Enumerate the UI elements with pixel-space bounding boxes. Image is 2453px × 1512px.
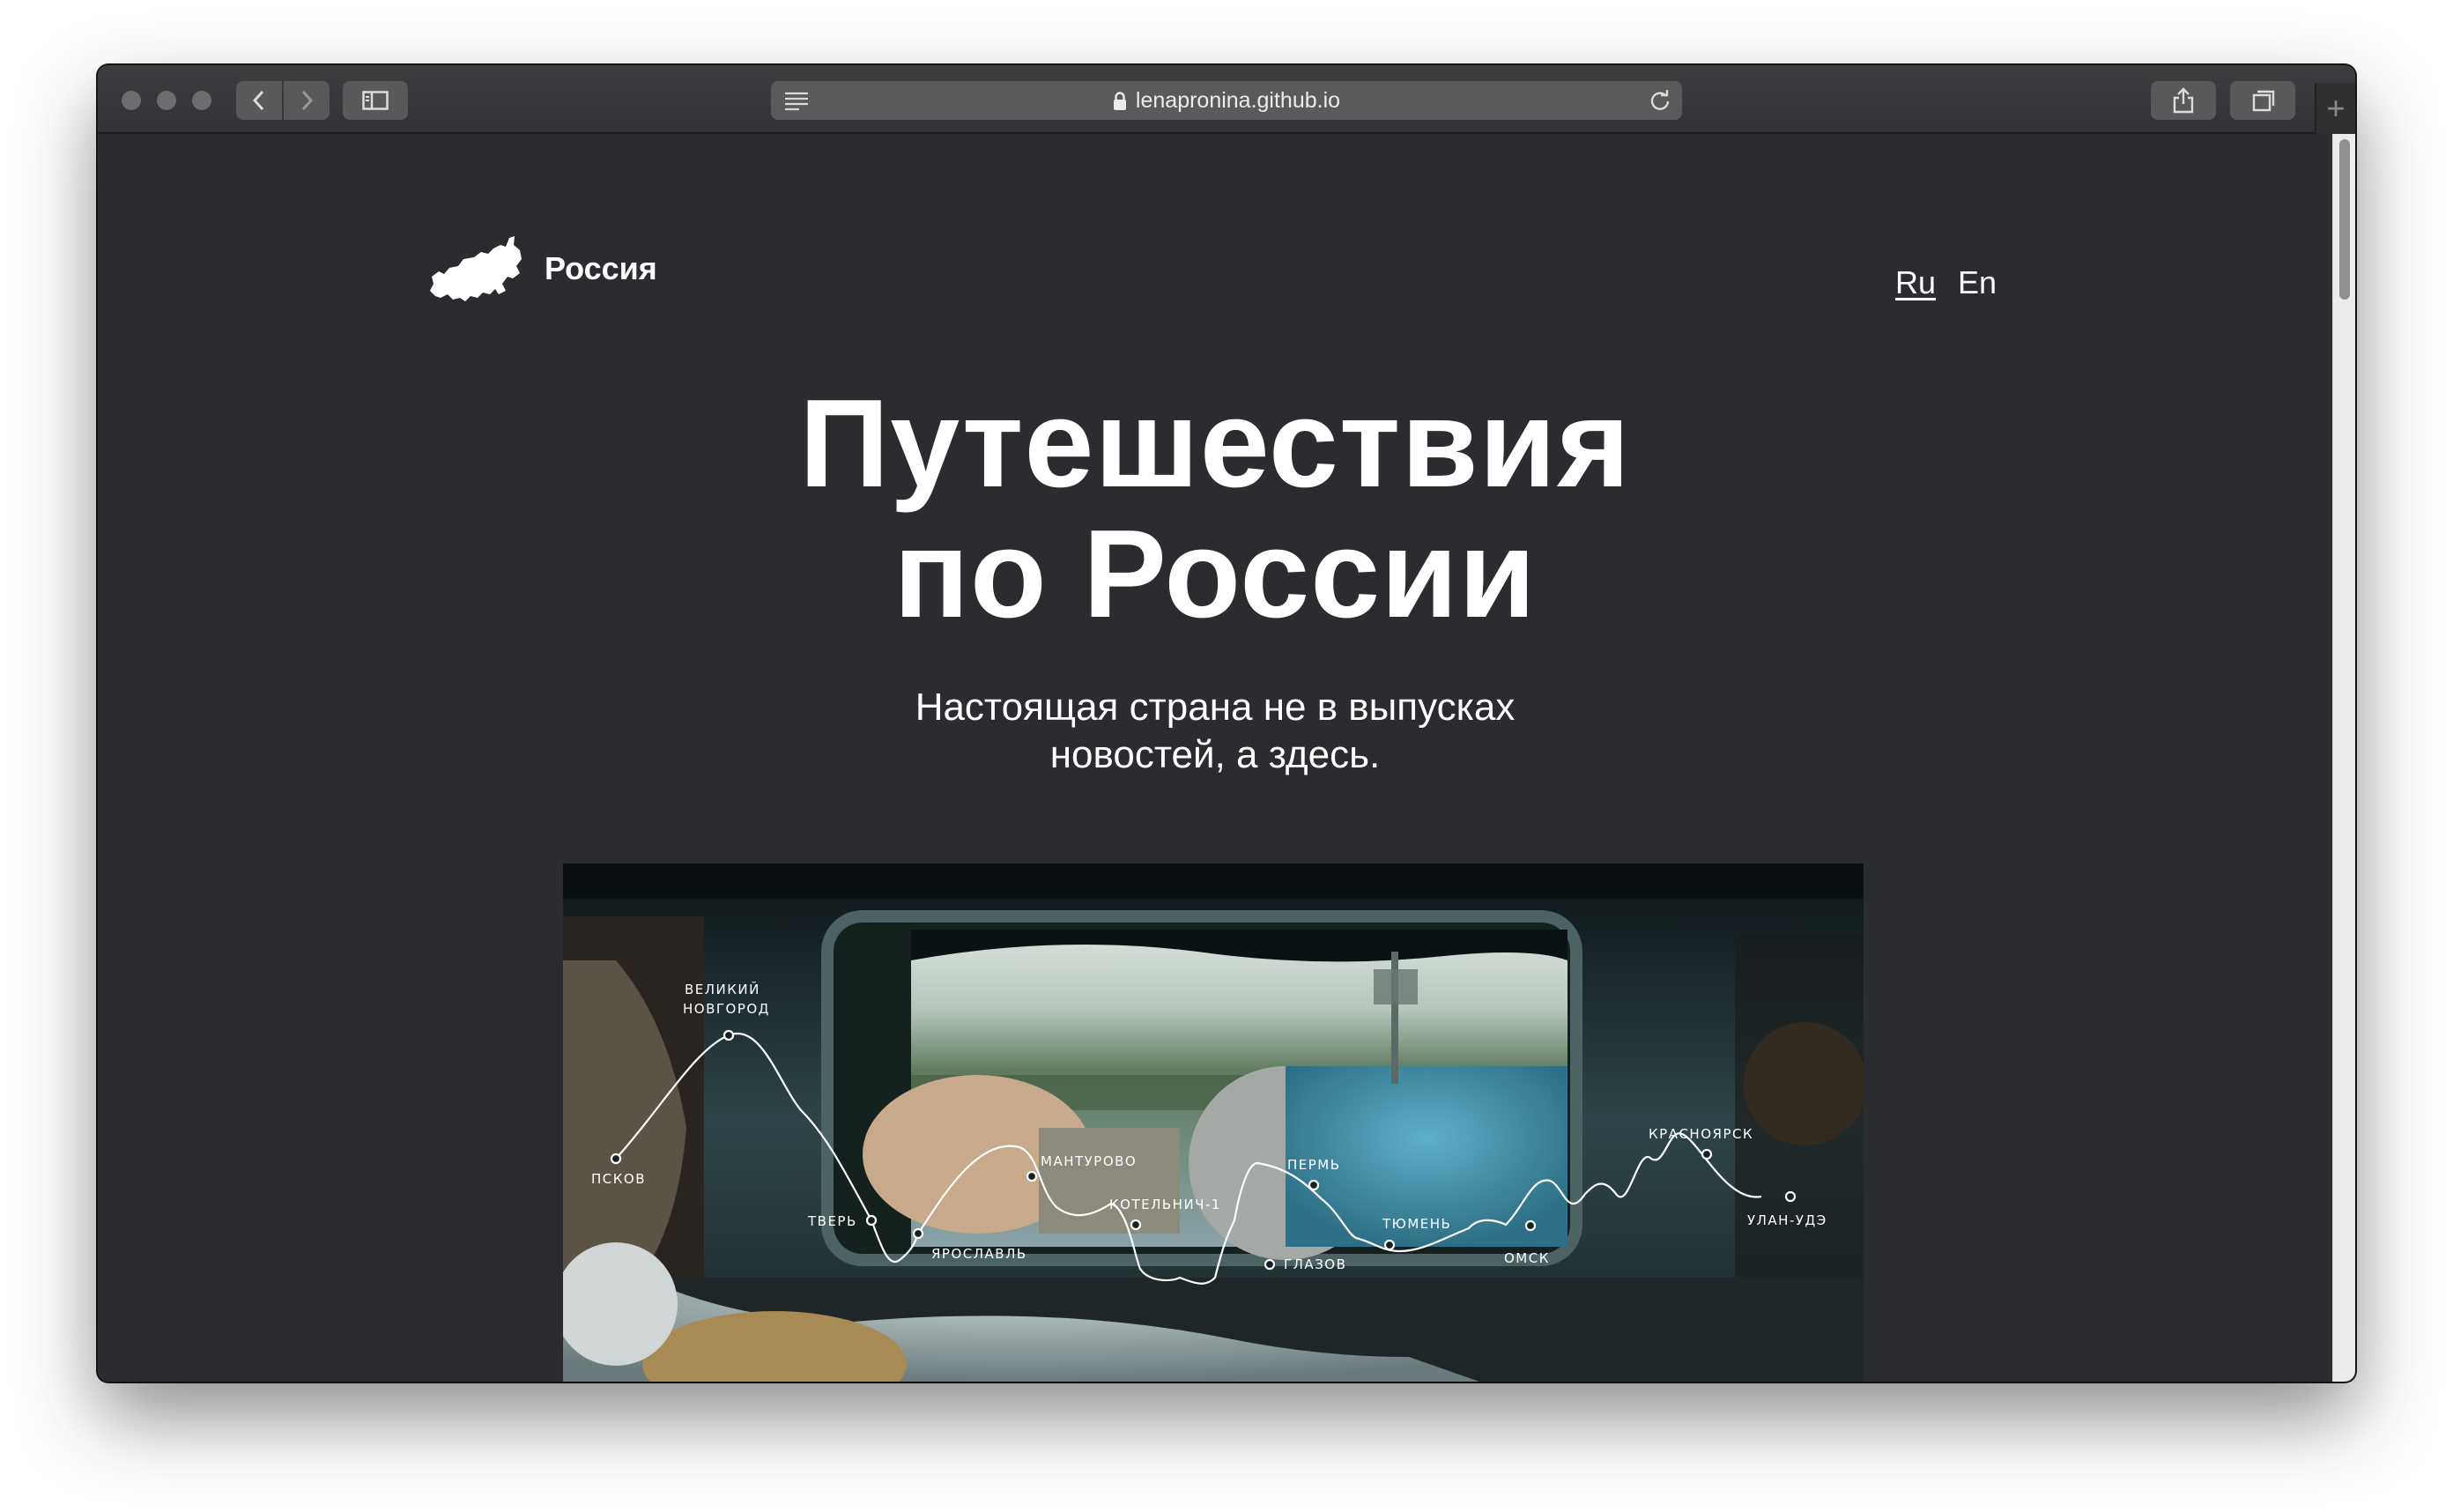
route-stop-marker: [1784, 1190, 1797, 1203]
route-stop-marker: [1383, 1239, 1396, 1251]
tabs-icon: [2252, 90, 2275, 112]
route-label: ЯРОСЛАВЛЬ: [931, 1246, 1027, 1262]
scrollbar-thumb[interactable]: [2339, 139, 2350, 300]
subtitle-line-1: Настоящая страна не в выпусках: [915, 686, 1516, 729]
route-stop-marker: [865, 1214, 878, 1227]
subtitle-line-2: новостей, а здесь.: [1049, 733, 1381, 776]
tabs-overview-button[interactable]: [2230, 81, 2295, 120]
url-text: lenapronina.github.io: [1135, 88, 1341, 113]
url-display: lenapronina.github.io: [771, 81, 1682, 120]
share-icon: [2173, 87, 2194, 114]
page-title: Путешествия по России: [98, 379, 2332, 640]
site-logo[interactable]: Россия: [428, 233, 657, 305]
sidebar-button[interactable]: [343, 81, 408, 120]
page-scrollbar[interactable]: [2332, 134, 2355, 1382]
share-button[interactable]: [2151, 81, 2216, 120]
sidebar-icon: [362, 91, 389, 110]
route-stop-marker: [1264, 1258, 1276, 1271]
lock-icon: [1113, 92, 1126, 111]
route-label: КРАСНОЯРСК: [1649, 1126, 1753, 1142]
logo-text: Россия: [545, 250, 657, 286]
address-bar[interactable]: lenapronina.github.io: [771, 81, 1682, 120]
route-label: ПЕРМЬ: [1287, 1157, 1341, 1173]
language-ru-link[interactable]: Ru: [1895, 264, 1936, 301]
reload-icon[interactable]: [1649, 89, 1671, 112]
web-page: Россия Ru En Путешествия по России Насто…: [98, 134, 2332, 1382]
route-label: ПСКОВ: [591, 1171, 646, 1187]
route-stop-marker: [1026, 1170, 1038, 1182]
hero-photo: ПСКОВ ВЕЛИКИЙ НОВГОРОД ТВЕРЬ ЯРОСЛАВЛЬ М…: [563, 863, 1864, 1382]
route-stop-marker: [1130, 1219, 1142, 1231]
browser-window: lenapronina.github.io + Россия Ru En Пут…: [98, 65, 2355, 1382]
route-label: УЛАН-УДЭ: [1747, 1212, 1827, 1228]
page-title-line-2: по России: [893, 504, 1537, 644]
language-en-link[interactable]: En: [1958, 264, 1997, 301]
route-stop-marker: [1701, 1148, 1713, 1160]
new-tab-button[interactable]: +: [2315, 83, 2355, 134]
close-window-button[interactable]: [122, 91, 141, 110]
route-label: ТЮМЕНЬ: [1382, 1216, 1451, 1232]
forward-button[interactable]: [284, 81, 330, 120]
chevron-right-icon: [301, 90, 314, 111]
route-stop-marker: [912, 1227, 924, 1240]
route-stop-marker: [1524, 1219, 1537, 1232]
zoom-window-button[interactable]: [192, 91, 211, 110]
route-label: ТВЕРЬ: [807, 1213, 857, 1229]
route-stop-marker: [723, 1029, 735, 1041]
russia-map-icon: [430, 236, 522, 301]
train-window-photo: ПСКОВ ВЕЛИКИЙ НОВГОРОД ТВЕРЬ ЯРОСЛАВЛЬ М…: [563, 863, 1864, 1382]
chevron-left-icon: [252, 90, 264, 111]
browser-toolbar: lenapronina.github.io +: [98, 65, 2355, 134]
route-label: МАНТУРОВО: [1041, 1153, 1137, 1169]
route-label: ОМСК: [1504, 1250, 1550, 1266]
route-stop-marker: [1308, 1179, 1320, 1191]
minimize-window-button[interactable]: [157, 91, 176, 110]
route-label: КОТЕЛЬНИЧ-1: [1109, 1197, 1221, 1212]
plus-icon: +: [2326, 90, 2346, 126]
route-label: НОВГОРОД: [683, 1001, 770, 1017]
route-stop-marker: [610, 1153, 622, 1165]
page-title-line-1: Путешествия: [799, 374, 1631, 514]
back-button[interactable]: [236, 81, 282, 120]
route-label: ГЛАЗОВ: [1284, 1256, 1346, 1272]
route-label: ВЕЛИКИЙ: [685, 981, 760, 997]
page-subtitle: Настоящая страна не в выпусках новостей,…: [98, 684, 2332, 779]
